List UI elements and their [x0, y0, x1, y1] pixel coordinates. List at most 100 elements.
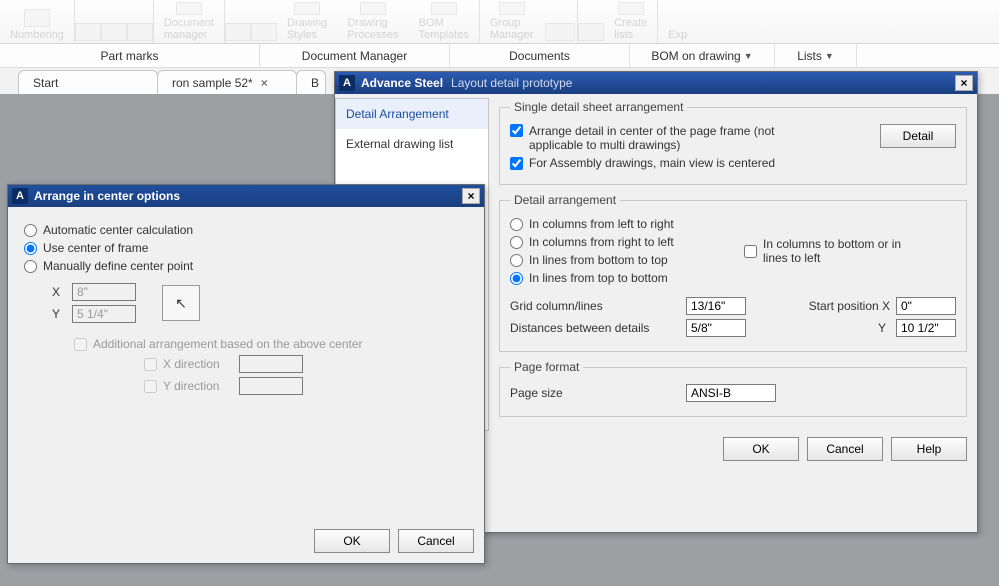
y-label: Y	[810, 321, 890, 335]
tool-icon	[75, 23, 101, 41]
detail-button[interactable]: Detail	[880, 124, 956, 148]
ribbon-drawing-styles[interactable]: Drawing Styles	[277, 0, 337, 43]
ribbon-numbering[interactable]: Numbering	[0, 0, 74, 43]
ribbon-btn[interactable]	[578, 0, 604, 43]
tool-icon	[251, 23, 277, 41]
close-icon[interactable]: ×	[261, 76, 268, 90]
ribbon-btn[interactable]	[251, 0, 277, 43]
cursor-icon: ↖	[175, 295, 187, 312]
x-direction-checkbox	[144, 358, 157, 371]
y-direction-input	[239, 377, 303, 395]
tool-icon	[578, 23, 604, 41]
center-detail-checkbox[interactable]	[510, 124, 523, 137]
dialog-titlebar[interactable]: A Arrange in center options ×	[8, 185, 484, 207]
nav-external-drawing-list[interactable]: External drawing list	[336, 129, 488, 159]
tab-ron-sample[interactable]: ron sample 52*×	[157, 70, 297, 94]
group-manager-icon	[499, 2, 525, 15]
mode-label: In lines from bottom to top	[529, 253, 668, 267]
ok-button[interactable]: OK	[314, 529, 390, 553]
mode-manual-radio[interactable]	[24, 260, 37, 273]
close-button[interactable]: ×	[955, 75, 973, 91]
document-manager-icon	[176, 2, 202, 15]
mode-lines-btt-radio[interactable]	[510, 254, 523, 267]
mode-auto-label: Automatic center calculation	[43, 223, 193, 237]
ribbon: Numbering Document manager Drawing Style…	[0, 0, 999, 44]
cancel-button[interactable]: Cancel	[398, 529, 474, 553]
ribbon-btn[interactable]	[127, 0, 153, 43]
ribbon-drawing-processes[interactable]: Drawing Processes	[337, 0, 408, 43]
group-single-sheet: Single detail sheet arrangement Arrange …	[499, 100, 967, 185]
group-legend: Detail arrangement	[510, 193, 620, 207]
drawing-styles-icon	[294, 2, 320, 15]
arrange-center-dialog: A Arrange in center options × Automatic …	[7, 184, 485, 564]
ribbon-group-manager[interactable]: Group Manager	[480, 0, 543, 43]
startx-input[interactable]	[896, 297, 956, 315]
y-input[interactable]	[72, 305, 136, 323]
y-direction-label: Y direction	[163, 379, 233, 393]
close-button[interactable]: ×	[462, 188, 480, 204]
mode-manual-label: Manually define center point	[43, 259, 193, 273]
create-lists-icon	[618, 2, 644, 15]
y-input[interactable]	[896, 319, 956, 337]
chevron-down-icon: ▼	[825, 51, 834, 61]
group-legend: Single detail sheet arrangement	[510, 100, 687, 114]
cancel-button[interactable]: Cancel	[807, 437, 883, 461]
app-icon: A	[339, 75, 355, 91]
title-app: Advance Steel	[361, 76, 443, 90]
ribbon-btn[interactable]	[543, 0, 577, 43]
group-legend: Page format	[510, 360, 583, 374]
mode-frame-label: Use center of frame	[43, 241, 148, 255]
mode-lines-ttb-radio[interactable]	[510, 272, 523, 285]
additional-arrangement-checkbox	[74, 338, 87, 351]
mode-label: In lines from top to bottom	[529, 271, 668, 285]
mode-cols-rtl-radio[interactable]	[510, 236, 523, 249]
x-direction-input	[239, 355, 303, 373]
tool-icon	[225, 23, 251, 41]
ribbon-bom-templates[interactable]: BOM Templates	[409, 0, 479, 43]
tab-b[interactable]: B	[296, 70, 326, 94]
ribbon-btn[interactable]	[101, 0, 127, 43]
dialog-titlebar[interactable]: A Advance Steel Layout detail prototype …	[335, 72, 977, 94]
tool-icon	[127, 23, 153, 41]
panel-bom-on-drawing[interactable]: BOM on drawing▼	[630, 44, 775, 67]
help-button[interactable]: Help	[891, 437, 967, 461]
x-label: X	[52, 285, 66, 299]
tab-start[interactable]: Start	[18, 70, 158, 94]
group-detail-arrangement: Detail arrangement In columns from left …	[499, 193, 967, 352]
ok-button[interactable]: OK	[723, 437, 799, 461]
invert-lines-label: In columns to bottom or in lines to left	[763, 237, 903, 265]
panel-lists[interactable]: Lists▼	[775, 44, 857, 67]
mode-auto-radio[interactable]	[24, 224, 37, 237]
pick-point-button[interactable]: ↖	[162, 285, 200, 321]
ribbon-create-lists[interactable]: Create lists	[604, 0, 657, 43]
bom-templates-icon	[431, 2, 457, 15]
assembly-centered-checkbox[interactable]	[510, 157, 523, 170]
page-size-label: Page size	[510, 386, 680, 400]
page-size-input[interactable]	[686, 384, 776, 402]
x-direction-label: X direction	[163, 357, 233, 371]
group-page-format: Page format Page size	[499, 360, 967, 417]
dialog-title: Arrange in center options	[34, 189, 180, 203]
y-direction-checkbox	[144, 380, 157, 393]
ribbon-document-manager[interactable]: Document manager	[154, 0, 224, 43]
grid-input[interactable]	[686, 297, 746, 315]
dist-input[interactable]	[686, 319, 746, 337]
nav-detail-arrangement[interactable]: Detail Arrangement	[336, 99, 488, 129]
ribbon-btn[interactable]	[75, 0, 101, 43]
invert-lines-checkbox[interactable]	[744, 245, 757, 258]
mode-cols-ltr-radio[interactable]	[510, 218, 523, 231]
additional-arrangement-label: Additional arrangement based on the abov…	[93, 337, 363, 351]
mode-frame-radio[interactable]	[24, 242, 37, 255]
ribbon-btn[interactable]	[225, 0, 251, 43]
drawing-processes-icon	[360, 2, 386, 15]
panel-documents: Documents	[450, 44, 630, 67]
y-label: Y	[52, 307, 66, 321]
numbering-icon	[24, 9, 50, 27]
panel-document-manager: Document Manager	[260, 44, 450, 67]
x-input[interactable]	[72, 283, 136, 301]
panel-part-marks: Part marks	[0, 44, 260, 67]
ribbon-panel-labels: Part marks Document Manager Documents BO…	[0, 44, 999, 68]
center-detail-label: Arrange detail in center of the page fra…	[529, 124, 819, 152]
ribbon-export[interactable]: Exp	[658, 0, 697, 43]
chevron-down-icon: ▼	[744, 51, 753, 61]
